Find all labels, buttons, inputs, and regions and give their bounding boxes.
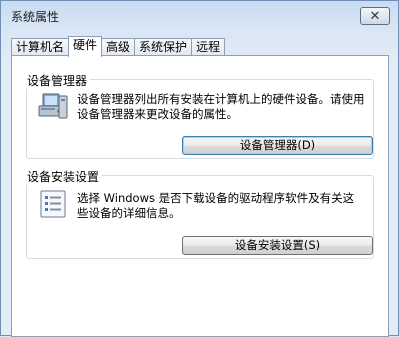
- close-button[interactable]: ✕: [360, 7, 390, 25]
- tab-hardware[interactable]: 硬件: [68, 36, 103, 57]
- hardware-tab-panel: 设备管理器 设备管理器列出所有安装在计算机上的硬件设备。请使用设备管理器来更改设…: [11, 55, 389, 337]
- title-bar[interactable]: 系统属性 ✕: [1, 1, 398, 31]
- window-title: 系统属性: [11, 10, 60, 24]
- checklist-icon: [40, 190, 66, 218]
- close-icon: ✕: [369, 8, 381, 24]
- device-install-settings-description: 选择 Windows 是否下载设备的驱动程序软件及有关这些设备的详细信息。: [77, 191, 355, 220]
- device-install-settings-group-title: 设备安装设置: [25, 168, 103, 185]
- device-manager-button[interactable]: 设备管理器(D): [182, 136, 373, 155]
- tab-advanced[interactable]: 高级: [101, 38, 136, 56]
- device-manager-group-title: 设备管理器: [25, 72, 91, 89]
- device-install-settings-button[interactable]: 设备安装设置(S): [182, 236, 373, 255]
- tab-system-protection[interactable]: 系统保护: [134, 38, 193, 56]
- device-manager-icon: [38, 93, 68, 119]
- device-manager-group: 设备管理器 设备管理器列出所有安装在计算机上的硬件设备。请使用设备管理器来更改设…: [25, 72, 374, 159]
- tab-remote[interactable]: 远程: [191, 38, 226, 56]
- tab-strip: 计算机名 硬件 高级 系统保护 远程: [11, 36, 226, 57]
- device-install-settings-group: 设备安装设置 选择 Windows 是否下载设备的驱动程序软件及有关这些设备的详…: [25, 168, 374, 259]
- tab-computer-name[interactable]: 计算机名: [11, 38, 70, 56]
- device-manager-description: 设备管理器列出所有安装在计算机上的硬件设备。请使用设备管理器来更改设备的属性。: [77, 92, 365, 121]
- system-properties-window: 系统属性 ✕ 计算机名 硬件 高级 系统保护 远程 设备管理器 设备管理器列出所…: [0, 0, 399, 337]
